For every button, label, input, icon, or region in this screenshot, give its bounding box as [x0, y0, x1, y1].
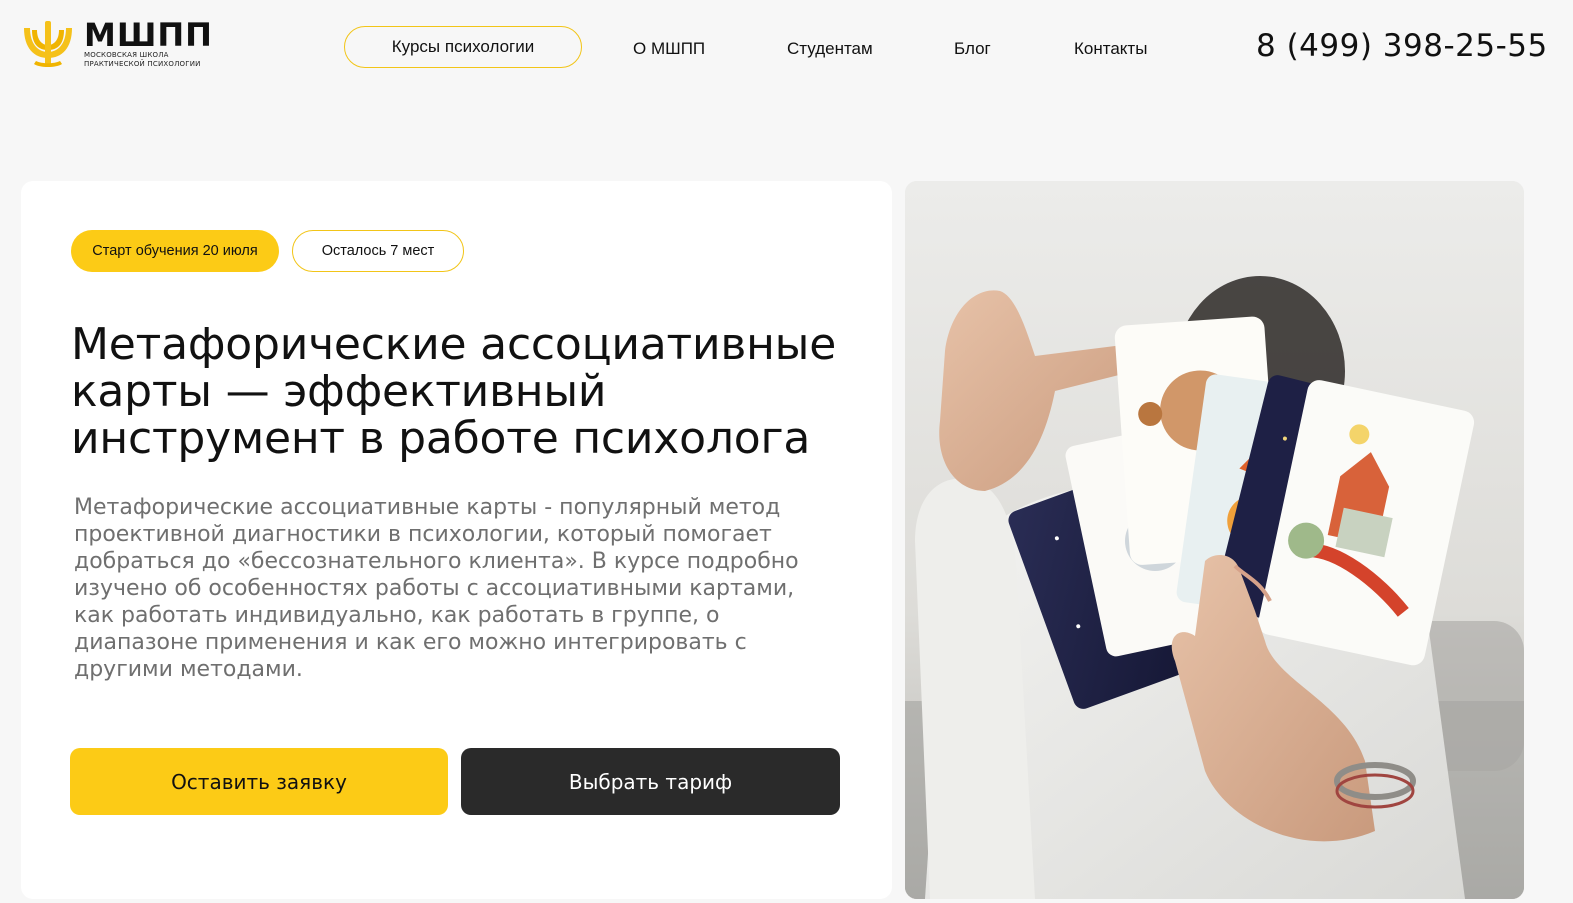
site-header: МШПП Московская школа практической психо…	[0, 0, 1573, 100]
logo-subtitle-line1: Московская школа	[84, 51, 169, 60]
logo-psi-icon	[24, 21, 72, 67]
start-date-badge: Старт обучения 20 июля	[71, 230, 279, 272]
nav-students-link[interactable]: Студентам	[787, 39, 873, 59]
apply-button[interactable]: Оставить заявку	[70, 748, 448, 815]
nav-courses-button[interactable]: Курсы психологии	[344, 26, 582, 68]
phone-number-link[interactable]: 8 (499) 398-25-55	[1256, 28, 1548, 64]
logo-subtitle-line2: практической психологии	[84, 60, 201, 68]
nav-blog-link[interactable]: Блог	[954, 39, 991, 59]
hero-photo	[905, 181, 1524, 899]
hero-description: Метафорические ассоциативные карты - поп…	[74, 495, 799, 682]
logo[interactable]: МШПП Московская школа практической психо…	[20, 18, 213, 70]
hero-title: Метафорические ассоциативные карты — эфф…	[71, 319, 837, 464]
hero-card: Старт обучения 20 июля Осталось 7 мест М…	[21, 181, 892, 899]
choose-tariff-button[interactable]: Выбрать тариф	[461, 748, 840, 815]
logo-title: МШПП	[84, 16, 213, 55]
nav-about-link[interactable]: О МШПП	[633, 39, 705, 59]
nav-contacts-link[interactable]: Контакты	[1074, 39, 1147, 59]
hands-holding-cards-illustration	[905, 181, 1524, 899]
hero-badges: Старт обучения 20 июля Осталось 7 мест	[71, 230, 464, 272]
seats-left-badge: Осталось 7 мест	[292, 230, 464, 272]
